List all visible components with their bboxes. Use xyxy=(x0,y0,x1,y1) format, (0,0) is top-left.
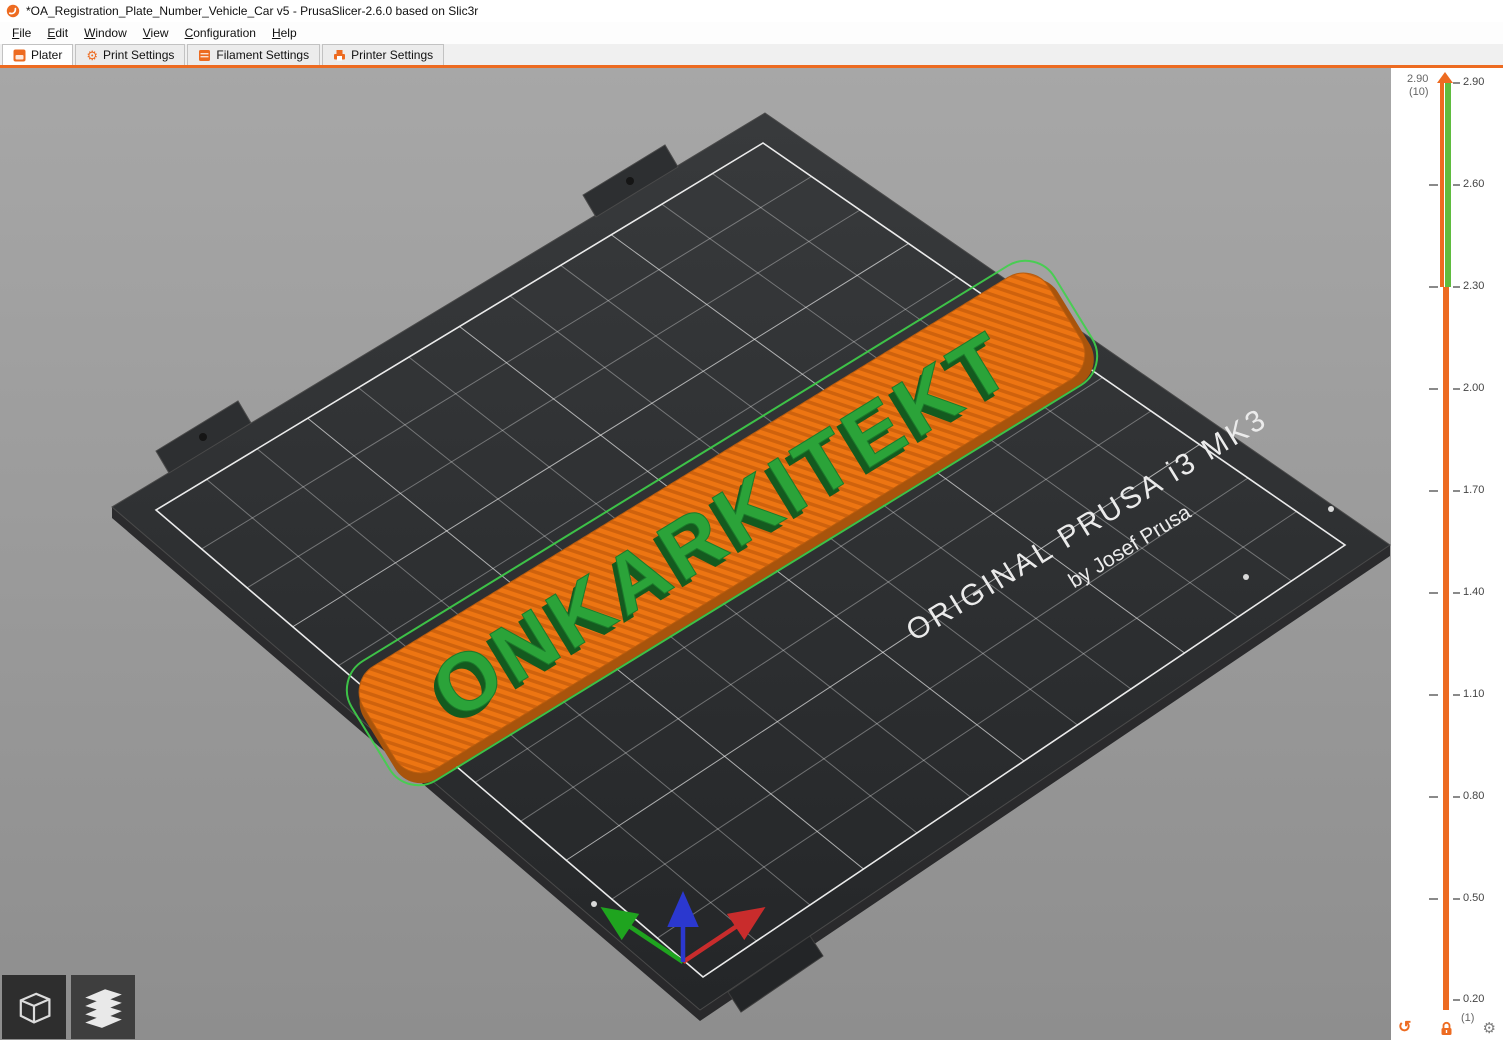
preview-view-button[interactable] xyxy=(71,975,135,1039)
bed-screw-dot xyxy=(591,901,597,907)
layer-slider-track[interactable] xyxy=(1443,287,1449,1010)
slider-top-layer-index: (10) xyxy=(1409,86,1429,98)
layer-slider-track-upper-green[interactable] xyxy=(1445,80,1451,287)
tabbar: Plater ⚙ Print Settings Filament Setting… xyxy=(0,44,1503,68)
bed-screw-dot xyxy=(1328,506,1334,512)
scene-canvas: ORIGINAL PRUSA i3 MK3 by Josef Prusa ONK… xyxy=(0,68,1391,1040)
main-area: ORIGINAL PRUSA i3 MK3 by Josef Prusa ONK… xyxy=(0,68,1503,1040)
filament-spool-icon xyxy=(198,49,211,62)
slider-actions: ↺ ⚙ xyxy=(1391,1018,1503,1038)
menu-help[interactable]: Help xyxy=(264,24,305,42)
menu-window[interactable]: Window xyxy=(76,24,135,42)
tab-filament-settings[interactable]: Filament Settings xyxy=(187,44,321,65)
lock-icon[interactable] xyxy=(1440,1021,1453,1036)
layers-icon xyxy=(80,984,126,1030)
slider-top-value: 2.90 xyxy=(1407,73,1429,85)
cube-icon xyxy=(12,985,56,1029)
view-toggle xyxy=(2,975,135,1039)
bed-tab-hole xyxy=(626,177,634,185)
app-icon xyxy=(6,4,20,18)
undo-icon[interactable]: ↺ xyxy=(1398,1020,1411,1036)
bed-screw-dot xyxy=(1243,574,1249,580)
tab-plater[interactable]: Plater xyxy=(2,44,74,65)
print-settings-gear-icon: ⚙ xyxy=(86,47,99,63)
gear-icon[interactable]: ⚙ xyxy=(1483,1021,1496,1036)
menu-configuration[interactable]: Configuration xyxy=(177,24,264,42)
layer-slider-panel: 2.90 (10) 2.90 2.60 2.30 2.00 1.70 1.40 … xyxy=(1391,68,1503,1040)
printer-icon xyxy=(333,49,346,62)
layer-slider-track-upper-orange[interactable] xyxy=(1440,80,1444,287)
window-title: *OA_Registration_Plate_Number_Vehicle_Ca… xyxy=(26,4,479,18)
menubar: File Edit Window View Configuration Help xyxy=(0,22,1503,44)
3d-viewport[interactable]: ORIGINAL PRUSA i3 MK3 by Josef Prusa ONK… xyxy=(0,68,1391,1040)
titlebar: *OA_Registration_Plate_Number_Vehicle_Ca… xyxy=(0,0,1503,22)
menu-view[interactable]: View xyxy=(135,24,177,42)
editor-view-button[interactable] xyxy=(2,975,66,1039)
bed-tab-hole xyxy=(199,433,207,441)
layer-slider-handle[interactable] xyxy=(1437,72,1453,83)
tab-print-settings[interactable]: ⚙ Print Settings xyxy=(75,44,186,65)
plater-icon xyxy=(13,49,26,62)
tab-printer-settings[interactable]: Printer Settings xyxy=(322,44,445,65)
menu-file[interactable]: File xyxy=(4,24,39,42)
menu-edit[interactable]: Edit xyxy=(39,24,76,42)
